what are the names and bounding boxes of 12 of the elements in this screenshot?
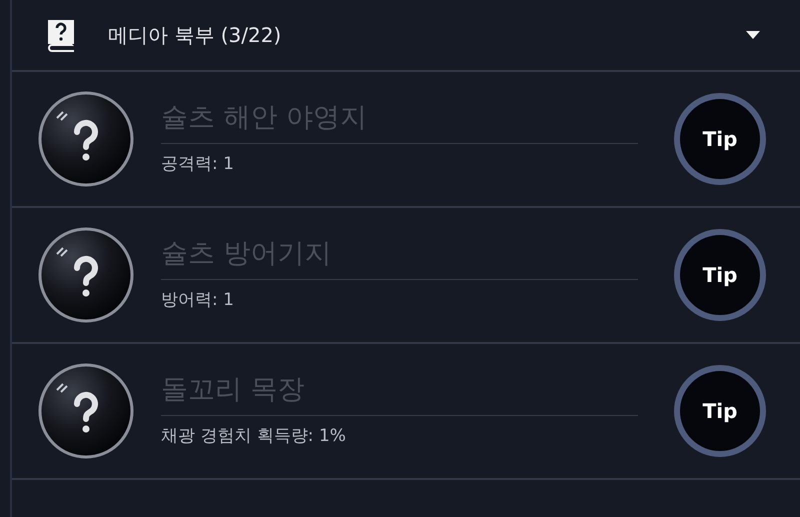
stat-bonus: 방어력: 1 [161,289,235,311]
section-title: 메디아 북부 (3/22) [108,22,282,48]
book-question-icon [46,18,76,52]
question-orb-icon [37,90,135,188]
question-orb-icon [37,226,135,324]
stat-bonus: 공격력: 1 [161,153,235,175]
question-orb-icon [37,362,135,460]
tip-button[interactable]: Tip [674,365,766,457]
tip-button[interactable]: Tip [674,93,766,185]
stat-bonus: 채광 경험치 획득량: 1% [161,425,347,447]
caret-icon[interactable] [744,29,762,41]
tip-button[interactable]: Tip [674,229,766,321]
